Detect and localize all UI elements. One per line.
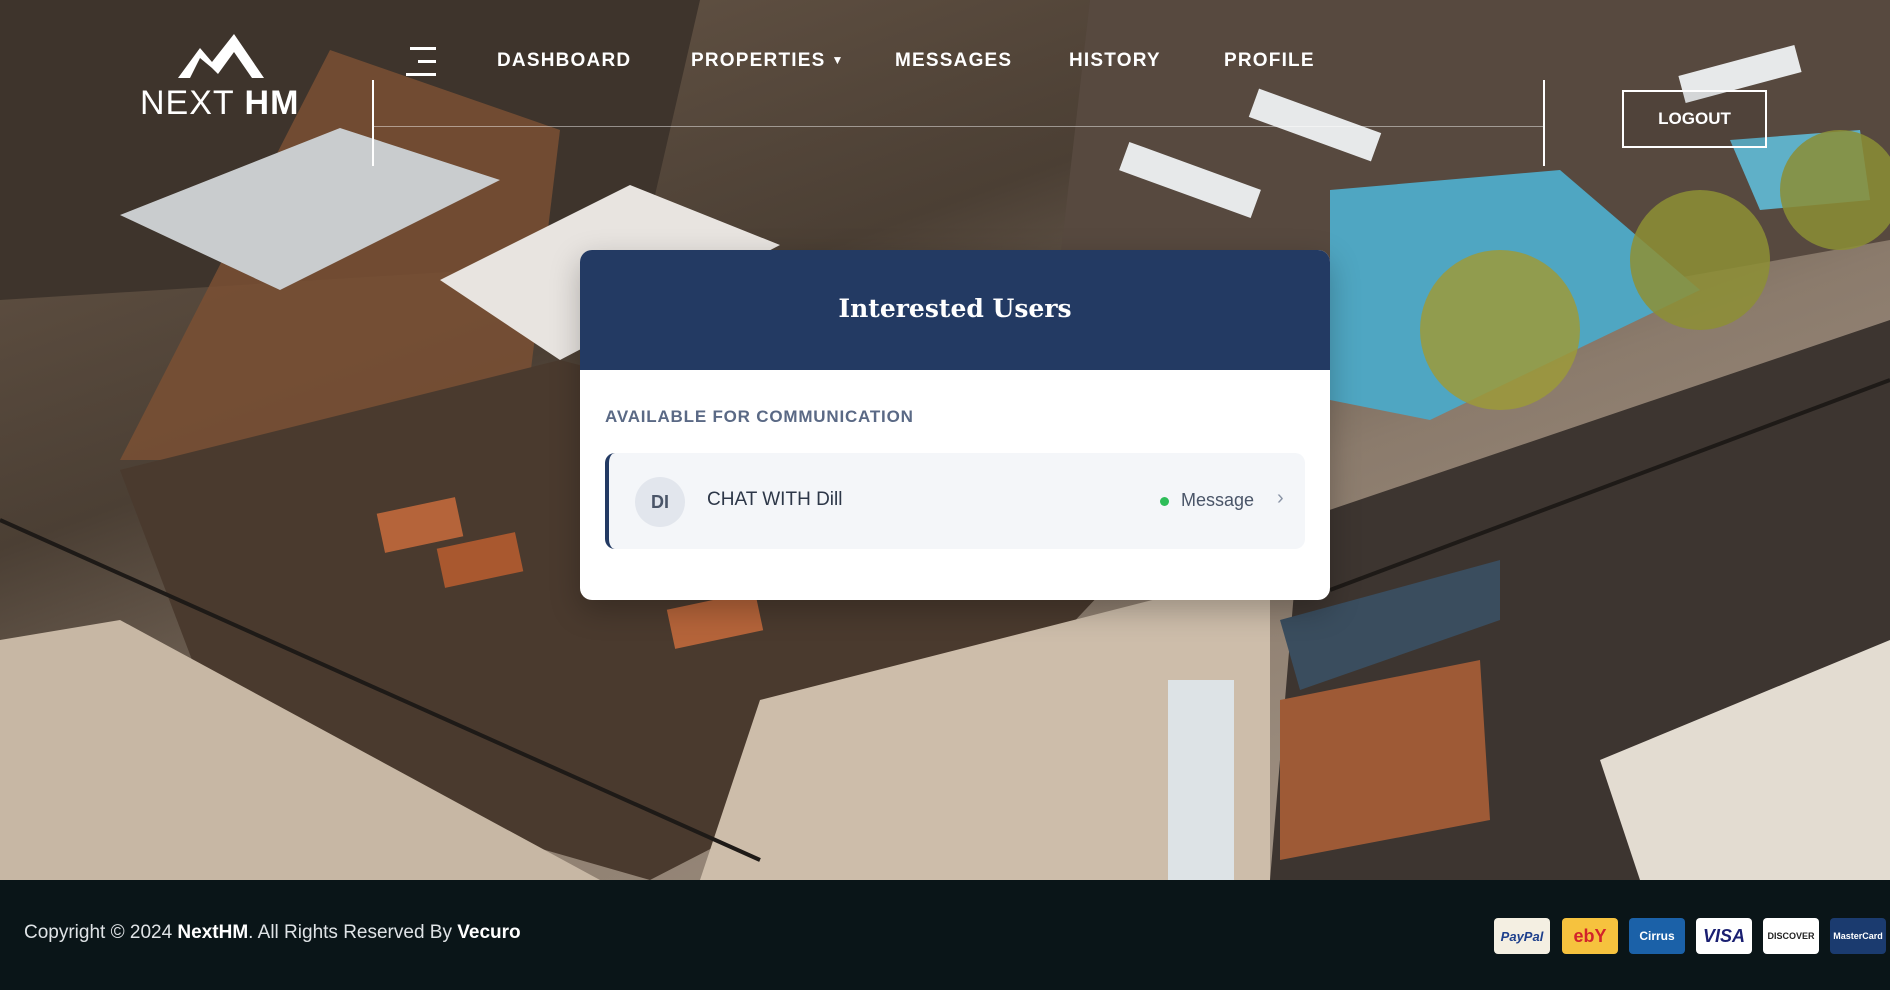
section-label: AVAILABLE FOR COMMUNICATION (605, 407, 914, 426)
roof-logo-icon (178, 34, 264, 78)
paypal-label: PayPal (1500, 928, 1544, 944)
nav-history[interactable]: HISTORY (1069, 50, 1161, 72)
discover-icon: DISCOVER (1763, 918, 1819, 954)
header-divider-left (372, 80, 374, 166)
header-rule (372, 126, 1544, 127)
cirrus-label: Cirrus (1639, 929, 1675, 943)
logout-button[interactable]: LOGOUT (1622, 90, 1767, 148)
visa-icon: VISA (1696, 918, 1752, 954)
discover-label: DISCOVER (1767, 931, 1815, 941)
copyright-mid: . All Rights Reserved By (248, 922, 458, 943)
logo-wordmark: NEXT HM (140, 84, 300, 122)
paypal-icon: PayPal (1494, 918, 1550, 954)
nav-dashboard[interactable]: DASHBOARD (497, 50, 631, 72)
site-logo[interactable]: NEXT HM (140, 32, 300, 127)
cirrus-icon: Cirrus (1629, 918, 1685, 954)
nav-properties-label: PROPERTIES (691, 50, 826, 71)
message-link[interactable]: Message (1181, 490, 1254, 511)
interested-users-card: Interested Users AVAILABLE FOR COMMUNICA… (580, 250, 1330, 600)
hamburger-menu-icon[interactable] (402, 47, 436, 77)
chat-with-label: CHAT WITH Dill (707, 489, 843, 510)
user-chat-row[interactable]: DI CHAT WITH Dill Message › (605, 453, 1305, 549)
chevron-down-icon: ▼ (831, 53, 845, 67)
ebay-label: ebY (1573, 925, 1607, 946)
ebay-icon: ebY (1562, 918, 1618, 954)
copyright-text: Copyright © 2024 NextHM. All Rights Rese… (24, 922, 521, 944)
nav-properties[interactable]: PROPERTIES ▼ (691, 50, 845, 72)
nav-messages[interactable]: MESSAGES (895, 50, 1012, 72)
header-divider-right (1543, 80, 1545, 166)
card-header: Interested Users (580, 250, 1330, 370)
avatar: DI (635, 477, 685, 527)
nav-profile[interactable]: PROFILE (1224, 50, 1315, 72)
site-footer: Copyright © 2024 NextHM. All Rights Rese… (0, 880, 1890, 990)
copyright-prefix: Copyright © 2024 (24, 922, 178, 943)
footer-brand: NextHM (177, 922, 249, 943)
chevron-right-icon: › (1277, 487, 1284, 509)
visa-label: VISA (1702, 925, 1745, 946)
card-title: Interested Users (838, 293, 1072, 323)
mastercard-icon: MasterCard (1830, 918, 1886, 954)
footer-author-link[interactable]: Vecuro (457, 922, 520, 943)
online-dot-icon (1160, 497, 1169, 506)
mastercard-label: MasterCard (1833, 931, 1883, 941)
